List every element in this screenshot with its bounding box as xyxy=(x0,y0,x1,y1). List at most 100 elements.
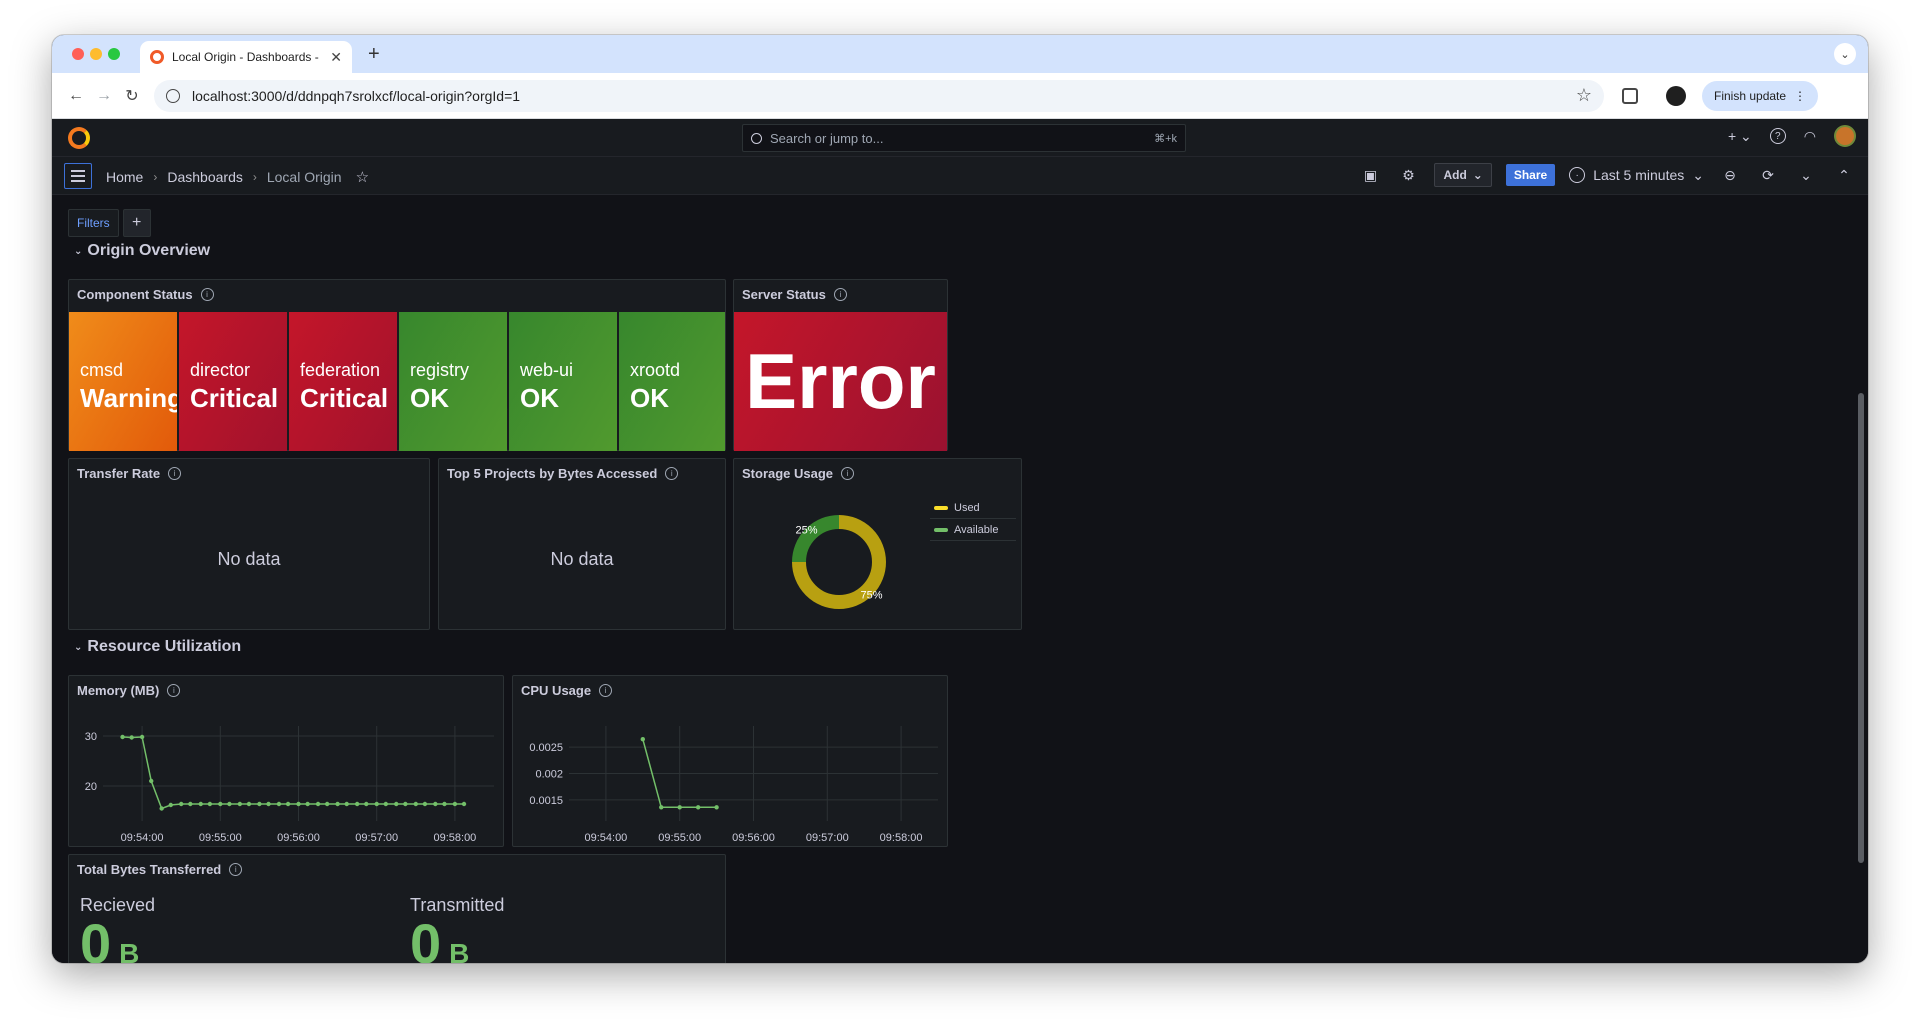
row-origin-overview[interactable]: ⌄ Origin Overview xyxy=(74,242,210,260)
tile-value: Warning xyxy=(80,383,177,413)
panel-title: Storage Usage xyxy=(742,466,834,481)
back-arrow-icon[interactable]: ← xyxy=(62,82,90,110)
info-icon[interactable]: i xyxy=(168,467,182,480)
status-tile-registry: registry OK xyxy=(399,312,507,451)
data-point xyxy=(335,801,340,807)
x-tick-label: 09:57:00 xyxy=(806,832,849,844)
panel-server-status: Server Status i Error xyxy=(733,279,948,451)
tile-value: OK xyxy=(630,383,669,413)
browser-toolbar: ← → ↻ localhost:3000/d/ddnpqh7srolxcf/lo… xyxy=(52,73,1868,119)
refresh-icon[interactable]: ⟳ xyxy=(1756,163,1780,187)
panel-total-bytes: Total Bytes Transferred i Recieved 0 B T… xyxy=(68,854,726,963)
new-tab-icon[interactable]: + xyxy=(368,43,380,66)
search-input[interactable]: Search or jump to... ⌘+k xyxy=(742,124,1186,152)
settings-gear-icon[interactable]: ⚙ xyxy=(1396,163,1420,187)
data-point xyxy=(257,801,262,807)
info-icon[interactable]: i xyxy=(599,684,613,697)
site-info-icon[interactable] xyxy=(166,88,180,103)
row-title: Resource Utilization xyxy=(87,638,242,655)
stat-unit: B xyxy=(449,938,470,963)
data-point xyxy=(422,801,428,807)
y-tick-label: 0.0015 xyxy=(529,795,563,807)
browser-tab[interactable]: Local Origin - Dashboards - Grafana ✕ xyxy=(140,41,352,73)
chevron-down-icon: ⌄ xyxy=(74,245,83,257)
panel-title: Transfer Rate xyxy=(77,466,161,481)
time-range-picker[interactable]: · Last 5 minutes ⌄ xyxy=(1569,167,1704,184)
info-icon[interactable]: i xyxy=(841,467,855,480)
legend-item-available[interactable]: Available xyxy=(930,519,1016,541)
minimize-window-button[interactable] xyxy=(90,48,102,60)
breadcrumb-separator-icon: › xyxy=(153,170,158,184)
info-icon[interactable]: i xyxy=(229,863,243,876)
collapse-chevron-up-icon[interactable]: ⌃ xyxy=(1832,163,1856,187)
tile-name: federation xyxy=(300,360,381,380)
pie-slice-label: 25% xyxy=(795,524,817,536)
mega-menu-icon[interactable] xyxy=(64,163,92,189)
zoom-out-icon[interactable]: ⊖ xyxy=(1718,163,1742,187)
profile-avatar-icon[interactable] xyxy=(1666,85,1686,106)
breadcrumb-dashboards[interactable]: Dashboards xyxy=(167,169,243,185)
data-point xyxy=(714,805,719,810)
cpu-line-chart: 09:54:00 09:55:00 09:56:00 09:57:00 09:58:00… xyxy=(529,726,938,844)
info-icon[interactable]: i xyxy=(200,288,214,301)
clock-icon: · xyxy=(1569,167,1586,183)
tile-name: xrootd xyxy=(630,360,681,380)
finish-update-label: Finish update xyxy=(1714,88,1787,103)
no-data-message: No data xyxy=(217,549,281,569)
data-point xyxy=(168,802,173,808)
panel-transfer-rate: Transfer Rate i No data xyxy=(68,458,430,630)
data-point xyxy=(285,801,291,807)
status-tile-federation: federation Critical xyxy=(289,312,397,451)
panel-top-projects: Top 5 Projects by Bytes Accessed i No da… xyxy=(438,458,726,630)
help-icon[interactable]: ? xyxy=(1769,128,1786,144)
finish-update-button[interactable]: Finish update ⋮ xyxy=(1702,80,1819,111)
tile-name: director xyxy=(190,360,251,380)
forward-arrow-icon[interactable]: → xyxy=(90,82,118,110)
panel-title: CPU Usage xyxy=(521,683,592,698)
grafana-logo-icon[interactable] xyxy=(68,127,90,149)
status-tile-xrootd: xrootd OK xyxy=(619,312,725,451)
scrollbar[interactable] xyxy=(1858,393,1864,863)
search-placeholder: Search or jump to... xyxy=(770,130,884,146)
chevron-down-icon: ⌄ xyxy=(1472,168,1483,182)
info-icon[interactable]: i xyxy=(833,288,847,301)
breadcrumb-home[interactable]: Home xyxy=(106,169,143,185)
close-window-button[interactable] xyxy=(72,48,84,60)
add-filter-icon[interactable]: + xyxy=(122,209,151,237)
browser-window: Local Origin - Dashboards - Grafana ✕ + … xyxy=(52,35,1868,963)
info-icon[interactable]: i xyxy=(665,467,679,480)
grafana-favicon-icon xyxy=(150,50,164,64)
add-button[interactable]: Add ⌄ xyxy=(1434,163,1492,187)
chevron-down-icon: ⌄ xyxy=(1692,166,1704,183)
share-button[interactable]: Share xyxy=(1505,164,1556,186)
extensions-icon[interactable] xyxy=(1622,87,1638,104)
refresh-interval-chevron-icon[interactable]: ⌄ xyxy=(1794,163,1818,187)
save-icon[interactable]: ▣ xyxy=(1358,163,1382,187)
favorite-star-icon[interactable]: ☆ xyxy=(356,168,369,186)
bookmark-star-icon[interactable]: ☆ xyxy=(1576,85,1592,106)
news-rss-icon[interactable]: ◠ xyxy=(1804,128,1816,145)
maximize-window-button[interactable] xyxy=(108,48,120,60)
new-plus-icon[interactable]: + ⌄ xyxy=(1728,128,1752,145)
address-bar[interactable]: localhost:3000/d/ddnpqh7srolxcf/local-or… xyxy=(154,79,1604,112)
data-point xyxy=(433,801,438,807)
row-resource-utilization[interactable]: ⌄ Resource Utilization xyxy=(74,638,241,656)
tab-search-chevron-icon[interactable]: ⌄ xyxy=(1834,43,1856,65)
panel-cpu-usage: CPU Usage i 09:54:00 09:55:00 09:56:00 09:5… xyxy=(512,675,948,847)
data-point xyxy=(677,805,682,810)
data-point xyxy=(403,801,408,807)
filters-button[interactable]: Filters xyxy=(68,209,119,237)
legend-item-used[interactable]: Used xyxy=(930,497,1016,519)
user-avatar[interactable] xyxy=(1834,125,1856,147)
dashboard-canvas: Filters + ⌄ Origin Overview Component St… xyxy=(52,195,1868,963)
close-tab-icon[interactable]: ✕ xyxy=(330,49,342,66)
data-point xyxy=(149,778,154,784)
x-tick-label: 09:55:00 xyxy=(658,832,701,844)
tab-title: Local Origin - Dashboards - Grafana xyxy=(172,50,322,64)
panel-title: Server Status xyxy=(742,287,826,302)
info-icon[interactable]: i xyxy=(167,684,181,697)
url-text[interactable]: localhost:3000/d/ddnpqh7srolxcf/local-or… xyxy=(192,88,1564,104)
storage-legend: Used Available xyxy=(930,497,1016,541)
reload-icon[interactable]: ↻ xyxy=(118,82,146,110)
tile-name: registry xyxy=(410,360,470,380)
